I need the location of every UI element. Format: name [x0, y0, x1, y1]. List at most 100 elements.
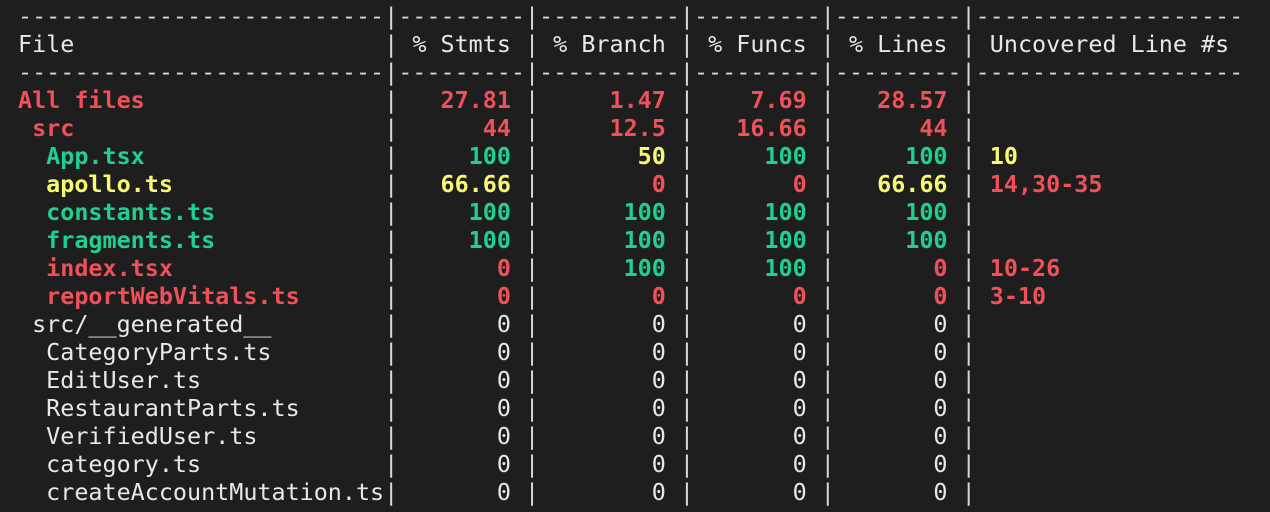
- table-row: reportWebVitals.ts | 0 | 0 | 0 | 0 | 3-1…: [18, 282, 1046, 310]
- column-divider: |: [961, 198, 976, 226]
- column-divider: |: [679, 422, 695, 450]
- branch-value: 100: [539, 226, 680, 254]
- branch-value: 100: [539, 254, 680, 282]
- lines-value: 0: [834, 366, 962, 394]
- column-divider: |: [961, 394, 976, 422]
- column-divider: |: [961, 338, 976, 366]
- funcs-value: 100: [694, 198, 821, 226]
- column-divider: |: [679, 450, 695, 478]
- column-divider: |: [679, 114, 695, 142]
- stmts-value: 100: [398, 198, 525, 226]
- file-name: RestaurantParts.ts: [18, 394, 385, 422]
- uncovered-lines: 3-10: [975, 282, 1047, 310]
- column-divider: |: [961, 226, 976, 254]
- table-separator-top: --------------------------|---------|---…: [18, 2, 1243, 30]
- uncovered-lines: [976, 114, 990, 142]
- header-file: File: [18, 30, 385, 58]
- stmts-value: 27.81: [398, 86, 525, 114]
- funcs-value: 100: [694, 142, 821, 170]
- uncovered-lines: [976, 478, 990, 506]
- stmts-value: 100: [398, 142, 525, 170]
- branch-value: 12.5: [539, 114, 680, 142]
- lines-value: 44: [834, 114, 962, 142]
- column-divider: |: [525, 282, 540, 310]
- column-divider: |: [679, 30, 695, 58]
- stmts-value: 0: [398, 254, 525, 282]
- terminal-window: --------------------------|---------|---…: [0, 0, 1270, 512]
- funcs-value: 0: [694, 310, 821, 338]
- column-divider: |: [820, 86, 835, 114]
- stmts-value: 0: [398, 422, 525, 450]
- column-divider: |: [384, 394, 399, 422]
- column-divider: |: [525, 338, 540, 366]
- lines-value: 0: [834, 422, 962, 450]
- table-row: constants.ts | 100 | 100 | 100 | 100 |: [18, 198, 990, 226]
- table-row: src/__generated__ | 0 | 0 | 0 | 0 |: [18, 310, 990, 338]
- column-divider: |: [820, 394, 835, 422]
- uncovered-lines: 10-26: [975, 254, 1061, 282]
- separator-text: --------------------------|---------|---…: [18, 2, 1244, 30]
- column-divider: |: [961, 170, 976, 198]
- column-divider: |: [961, 422, 976, 450]
- table-row: fragments.ts | 100 | 100 | 100 | 100 |: [18, 226, 990, 254]
- header-uncovered: Uncovered Line #s: [975, 30, 1230, 58]
- table-header: File | % Stmts | % Branch | % Funcs | % …: [18, 30, 1229, 58]
- branch-value: 100: [539, 198, 680, 226]
- file-name: fragments.ts: [18, 226, 385, 254]
- file-name: App.tsx: [18, 142, 385, 170]
- column-divider: |: [820, 114, 835, 142]
- column-divider: |: [525, 422, 540, 450]
- column-divider: |: [820, 226, 835, 254]
- column-divider: |: [679, 86, 695, 114]
- lines-value: 0: [834, 338, 962, 366]
- branch-value: 1.47: [539, 86, 680, 114]
- column-divider: |: [525, 366, 540, 394]
- file-name: index.tsx: [18, 254, 385, 282]
- column-divider: |: [679, 198, 695, 226]
- branch-value: 0: [539, 422, 680, 450]
- file-name: apollo.ts: [18, 170, 385, 198]
- file-name: EditUser.ts: [18, 366, 385, 394]
- column-divider: |: [820, 422, 835, 450]
- column-divider: |: [384, 254, 399, 282]
- file-name: src: [18, 114, 385, 142]
- uncovered-lines: [976, 450, 990, 478]
- lines-value: 0: [834, 394, 962, 422]
- column-divider: |: [820, 282, 835, 310]
- file-name: VerifiedUser.ts: [18, 422, 385, 450]
- uncovered-lines: 10: [975, 142, 1018, 170]
- column-divider: |: [820, 30, 835, 58]
- stmts-value: 0: [398, 478, 525, 506]
- funcs-value: 0: [694, 366, 821, 394]
- column-divider: |: [961, 366, 976, 394]
- file-name: createAccountMutation.ts: [18, 478, 385, 506]
- lines-value: 0: [834, 478, 962, 506]
- file-name: src/__generated__: [18, 310, 385, 338]
- table-row: CategoryParts.ts | 0 | 0 | 0 | 0 |: [18, 338, 990, 366]
- column-divider: |: [384, 226, 399, 254]
- header-stmts: % Stmts: [398, 30, 525, 58]
- column-divider: |: [820, 254, 835, 282]
- stmts-value: 44: [398, 114, 525, 142]
- table-row: App.tsx | 100 | 50 | 100 | 100 | 10: [18, 142, 1018, 170]
- column-divider: |: [384, 282, 399, 310]
- branch-value: 0: [539, 170, 680, 198]
- uncovered-lines: [976, 310, 990, 338]
- stmts-value: 0: [398, 366, 525, 394]
- column-divider: |: [525, 254, 540, 282]
- stmts-value: 0: [398, 310, 525, 338]
- header-lines: % Lines: [834, 30, 962, 58]
- uncovered-lines: [976, 198, 990, 226]
- column-divider: |: [384, 142, 399, 170]
- header-funcs: % Funcs: [694, 30, 821, 58]
- column-divider: |: [961, 310, 976, 338]
- column-divider: |: [961, 114, 976, 142]
- table-separator-header: --------------------------|---------|---…: [18, 58, 1243, 86]
- column-divider: |: [679, 310, 695, 338]
- funcs-value: 7.69: [694, 86, 821, 114]
- table-row: EditUser.ts | 0 | 0 | 0 | 0 |: [18, 366, 990, 394]
- stmts-value: 0: [398, 282, 525, 310]
- funcs-value: 0: [694, 338, 821, 366]
- column-divider: |: [679, 478, 695, 506]
- column-divider: |: [525, 478, 540, 506]
